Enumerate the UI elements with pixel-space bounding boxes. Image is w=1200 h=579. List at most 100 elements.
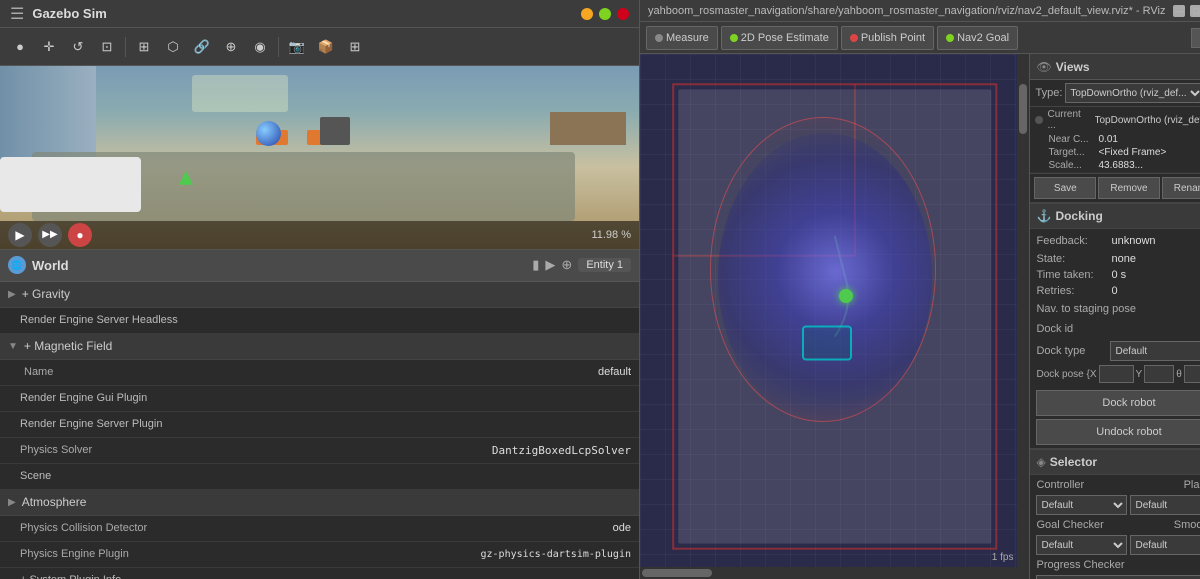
dock-robot-button[interactable]: Dock robot bbox=[1036, 390, 1200, 416]
window-maximize[interactable] bbox=[599, 8, 611, 20]
progress-checker-select-row: Default bbox=[1030, 573, 1200, 579]
tool-scale[interactable]: ⊡ bbox=[93, 33, 121, 61]
gazebo-viewport[interactable]: ▶ ▶▶ ● 11.98 % bbox=[0, 66, 639, 249]
tool-copy[interactable]: ⊞ bbox=[341, 33, 369, 61]
goal-select-row: Default Default bbox=[1030, 533, 1200, 557]
world-icon: 🌐 bbox=[8, 256, 26, 274]
prop-gravity[interactable]: ▶ + Gravity bbox=[0, 282, 639, 308]
retries-row: Retries: 0 bbox=[1030, 283, 1200, 299]
system-plugin-label: + System Plugin Info bbox=[20, 574, 121, 579]
time-taken-row: Time taken: 0 s bbox=[1030, 267, 1200, 283]
smoother-select[interactable]: Default bbox=[1130, 535, 1200, 555]
undock-robot-button[interactable]: Undock robot bbox=[1036, 419, 1200, 445]
prop-render-server[interactable]: Render Engine Server Plugin bbox=[0, 412, 639, 438]
rviz-maximize[interactable]: □ bbox=[1190, 5, 1200, 17]
prop-system-plugin[interactable]: + System Plugin Info bbox=[0, 568, 639, 579]
gravity-label: + Gravity bbox=[22, 287, 70, 301]
dock-pose-x[interactable] bbox=[1099, 365, 1134, 383]
nav2-goal-button[interactable]: Nav2 Goal bbox=[937, 26, 1018, 50]
collision-detector-value: ode bbox=[613, 522, 631, 534]
controller-planner-row: Controller Planner bbox=[1030, 477, 1200, 493]
progress-checker-select[interactable]: Default bbox=[1036, 575, 1200, 579]
type-row: Type: TopDownOrtho (rviz_def... Zero bbox=[1030, 80, 1200, 107]
world-step-btn[interactable]: ⊕ bbox=[561, 257, 572, 273]
tool-record[interactable]: 📦 bbox=[312, 33, 340, 61]
prop-scene[interactable]: Scene bbox=[0, 464, 639, 490]
dock-type-select[interactable]: Default bbox=[1110, 341, 1200, 361]
rviz-scrollbar-vertical[interactable] bbox=[1017, 54, 1029, 579]
physics-engine-key: Physics Engine Plugin bbox=[20, 548, 480, 560]
prop-atmosphere[interactable]: ▶ Atmosphere bbox=[0, 490, 639, 516]
render-server-label: Render Engine Server Plugin bbox=[20, 418, 162, 430]
dock-type-row: Dock type Default bbox=[1030, 339, 1200, 363]
dock-pose-theta[interactable] bbox=[1184, 365, 1200, 383]
world-properties: 🌐 World ▮ ▶ ⊕ Entity 1 ▶ + Gravity bbox=[0, 249, 639, 579]
rviz-scrollbar-horizontal[interactable] bbox=[640, 567, 1017, 579]
tool-grid[interactable]: ⊞ bbox=[130, 33, 158, 61]
pose2d-button[interactable]: 2D Pose Estimate bbox=[721, 26, 838, 50]
tool-joints[interactable]: 🔗 bbox=[188, 33, 216, 61]
controller-select-row: Default Default bbox=[1030, 493, 1200, 517]
type-select[interactable]: TopDownOrtho (rviz_def... bbox=[1065, 83, 1200, 103]
play-button[interactable]: ▶ bbox=[8, 223, 32, 247]
goal-checker-select[interactable]: Default bbox=[1036, 535, 1127, 555]
near-clip-value: 0.01 bbox=[1098, 134, 1117, 145]
window-close[interactable] bbox=[617, 8, 629, 20]
type-label: Type: bbox=[1035, 87, 1062, 99]
world-header: 🌐 World ▮ ▶ ⊕ Entity 1 bbox=[0, 250, 639, 282]
prop-name-row: Name default bbox=[0, 360, 639, 386]
viewport-controls: ▶ ▶▶ ● 11.98 % bbox=[0, 221, 639, 249]
planner-select[interactable]: Default bbox=[1130, 495, 1200, 515]
stop-button[interactable]: ● bbox=[68, 223, 92, 247]
target-key: Target... bbox=[1048, 147, 1098, 158]
rviz-properties-panel: 👁 Views Type: TopDownOrtho (rviz_def... … bbox=[1029, 54, 1200, 579]
dock-id-key: Dock id bbox=[1036, 323, 1200, 335]
tool-snap[interactable]: ⬡ bbox=[159, 33, 187, 61]
rviz-minimize[interactable]: — bbox=[1173, 5, 1185, 17]
world-pause-btn[interactable]: ▮ bbox=[532, 257, 539, 273]
views-header: 👁 Views bbox=[1030, 54, 1200, 80]
tool-select[interactable]: ● bbox=[6, 33, 34, 61]
render-headless-label: Render Engine Server Headless bbox=[20, 314, 178, 326]
zoom-level: 11.98 % bbox=[591, 229, 631, 241]
dock-pose-y[interactable] bbox=[1144, 365, 1174, 383]
publish-point-button[interactable]: Publish Point bbox=[841, 26, 934, 50]
dock-pose-key: Dock pose {X bbox=[1036, 369, 1096, 380]
tool-screenshot[interactable]: 📷 bbox=[283, 33, 311, 61]
prop-physics-solver: Physics Solver DantzigBoxedLcpSolver bbox=[0, 438, 639, 464]
goal-checker-label: Goal Checker bbox=[1036, 519, 1169, 531]
prop-render-gui[interactable]: Render Engine Gui Plugin bbox=[0, 386, 639, 412]
rviz-title: yahboom_rosmaster_navigation/share/yahbo… bbox=[648, 5, 1165, 17]
magnetic-field-label: + Magnetic Field bbox=[24, 339, 112, 353]
rviz-minimize-panel[interactable]: — bbox=[1191, 28, 1200, 48]
goal-smoother-label-row: Goal Checker Smoother bbox=[1030, 517, 1200, 533]
remove-view-button[interactable]: Remove bbox=[1098, 177, 1160, 199]
menu-icon[interactable]: ☰ bbox=[10, 4, 24, 24]
docking-section: ⚓ Docking Feedback: unknown State: bbox=[1030, 203, 1200, 449]
tool-rotate[interactable]: ↺ bbox=[64, 33, 92, 61]
controller-select[interactable]: Default bbox=[1036, 495, 1127, 515]
window-minimize[interactable] bbox=[581, 8, 593, 20]
fast-forward-button[interactable]: ▶▶ bbox=[38, 223, 62, 247]
prop-magnetic-field[interactable]: ▼ + Magnetic Field bbox=[0, 334, 639, 360]
name-key: Name bbox=[24, 366, 598, 378]
rename-view-button[interactable]: Rename bbox=[1162, 177, 1200, 199]
rviz-viewport[interactable]: 1 fps bbox=[640, 54, 1029, 579]
tool-inertia[interactable]: ⊕ bbox=[217, 33, 245, 61]
fps-display: 1 fps bbox=[992, 552, 1014, 563]
prop-render-headless[interactable]: Render Engine Server Headless bbox=[0, 308, 639, 334]
nav-staging-row: Nav. to staging pose ✓ bbox=[1030, 299, 1200, 319]
collision-detector-key: Physics Collision Detector bbox=[20, 522, 613, 534]
atmosphere-label: Atmosphere bbox=[22, 495, 87, 509]
gazebo-title: Gazebo Sim bbox=[32, 6, 106, 21]
measure-button[interactable]: Measure bbox=[646, 26, 718, 50]
docking-title: Docking bbox=[1055, 209, 1102, 223]
physics-solver-key: Physics Solver bbox=[20, 444, 492, 456]
tool-move[interactable]: ✛ bbox=[35, 33, 63, 61]
scale-value: 43.6883... bbox=[1098, 160, 1142, 171]
save-view-button[interactable]: Save bbox=[1034, 177, 1096, 199]
feedback-key: Feedback: bbox=[1036, 235, 1111, 247]
tool-collision[interactable]: ◉ bbox=[246, 33, 274, 61]
dock-pose-y-label: Y bbox=[1136, 369, 1143, 380]
world-play-btn[interactable]: ▶ bbox=[545, 257, 555, 273]
